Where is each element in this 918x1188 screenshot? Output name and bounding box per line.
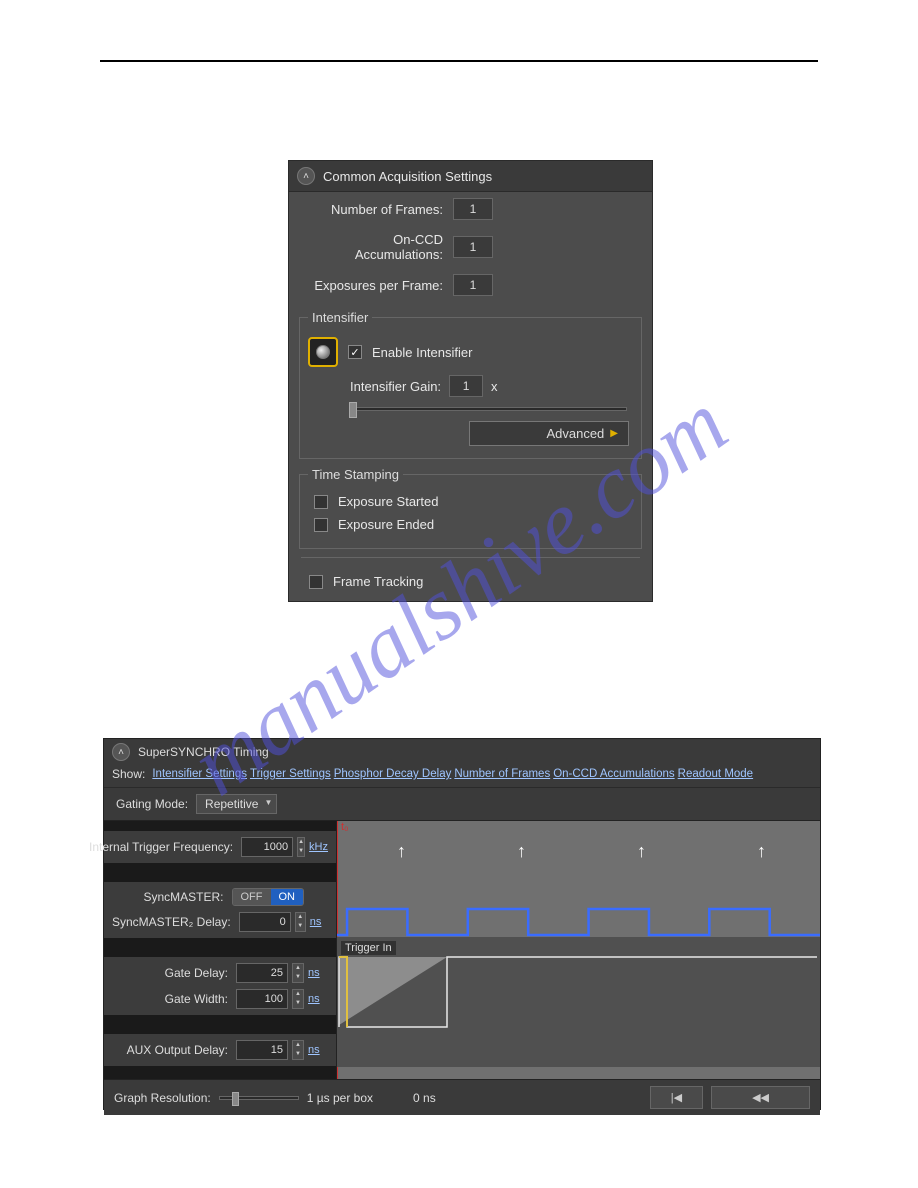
- intensifier-group: Intensifier ✓ Enable Intensifier Intensi…: [299, 310, 642, 459]
- graph-footer: Graph Resolution: 1 µs per box 0 ns |◀ ◀…: [104, 1079, 820, 1115]
- advanced-button[interactable]: Advanced ▶: [469, 421, 629, 446]
- link-readout-mode[interactable]: Readout Mode: [678, 768, 753, 780]
- trigger-arrow-icon: ↑: [757, 841, 766, 862]
- gate-delay-input[interactable]: [236, 963, 288, 983]
- supersynchro-panel: ˄ SuperSYNCHRO Timing Show: Intensifier …: [103, 738, 821, 1110]
- link-onccd-accumulations[interactable]: On-CCD Accumulations: [553, 768, 674, 780]
- spinner-icon[interactable]: ▲▼: [292, 1040, 304, 1060]
- exposure-ended-label: Exposure Ended: [338, 517, 434, 532]
- intensifier-gain-slider[interactable]: [350, 407, 627, 411]
- num-frames-label: Number of Frames:: [303, 202, 453, 217]
- syncmaster-on[interactable]: ON: [271, 889, 304, 905]
- frame-tracking-label: Frame Tracking: [333, 574, 423, 589]
- trig-freq-input[interactable]: [241, 837, 293, 857]
- aux-delay-unit[interactable]: ns: [308, 1044, 328, 1056]
- intensifier-legend: Intensifier: [308, 310, 372, 325]
- show-link-row: Show: Intensifier Settings Trigger Setti…: [104, 765, 820, 788]
- gate-delay-unit[interactable]: ns: [308, 967, 328, 979]
- exposure-started-checkbox[interactable]: [314, 495, 328, 509]
- graph-res-value: 1 µs per box: [307, 1091, 373, 1105]
- timing-controls: Internal Trigger Frequency: ▲▼ kHz SyncM…: [104, 821, 336, 1079]
- exposures-label: Exposures per Frame:: [303, 278, 453, 293]
- onccd-label: On-CCD Accumulations:: [303, 232, 453, 262]
- advanced-label: Advanced: [546, 426, 604, 441]
- trigger-arrow-icon: ↑: [517, 841, 526, 862]
- gating-mode-dropdown[interactable]: Repetitive: [196, 794, 277, 814]
- spinner-icon[interactable]: ▲▼: [297, 837, 305, 857]
- p2-header: ˄ SuperSYNCHRO Timing: [104, 739, 820, 765]
- link-phosphor-decay[interactable]: Phosphor Decay Delay: [334, 768, 452, 780]
- sync2-delay-input[interactable]: [239, 912, 291, 932]
- t0-label: t₀: [341, 821, 349, 833]
- gate-delay-label: Gate Delay:: [112, 966, 232, 980]
- transport-controls: |◀ ◀◀: [650, 1086, 810, 1109]
- time-stamping-legend: Time Stamping: [308, 467, 403, 482]
- chevron-right-icon: ▶: [610, 428, 618, 439]
- trigger-strip: [337, 937, 820, 1067]
- trigger-arrow-icon: ↑: [397, 841, 406, 862]
- page-top-rule: [100, 60, 818, 62]
- onccd-input[interactable]: [453, 236, 493, 258]
- spinner-icon[interactable]: ▲▼: [295, 912, 306, 932]
- go-to-start-button[interactable]: |◀: [650, 1086, 703, 1109]
- link-number-of-frames[interactable]: Number of Frames: [454, 768, 550, 780]
- intensifier-gain-input[interactable]: [449, 375, 483, 397]
- panel-title: Common Acquisition Settings: [323, 169, 492, 184]
- intensifier-gain-label: Intensifier Gain:: [350, 379, 441, 394]
- square-wave: [337, 907, 820, 937]
- sync2-delay-label: SyncMASTER₂ Delay:: [112, 915, 235, 929]
- time-origin: 0 ns: [413, 1091, 436, 1105]
- syncmaster-toggle[interactable]: OFF ON: [232, 888, 305, 906]
- sync2-delay-unit[interactable]: ns: [310, 916, 328, 928]
- aux-delay-input[interactable]: [236, 1040, 288, 1060]
- panel-header: ˄ Common Acquisition Settings: [289, 161, 652, 192]
- rewind-button[interactable]: ◀◀: [711, 1086, 810, 1109]
- slider-thumb-icon[interactable]: [232, 1092, 239, 1106]
- p2-title: SuperSYNCHRO Timing: [138, 745, 269, 759]
- gate-width-input[interactable]: [236, 989, 288, 1009]
- exposure-ended-checkbox[interactable]: [314, 518, 328, 532]
- graph-res-slider[interactable]: [219, 1096, 299, 1100]
- gate-width-label: Gate Width:: [112, 992, 232, 1006]
- trig-freq-unit[interactable]: kHz: [309, 841, 328, 853]
- trig-freq-label: Internal Trigger Frequency:: [89, 840, 237, 854]
- gating-mode-label: Gating Mode:: [116, 797, 188, 811]
- num-frames-input[interactable]: [453, 198, 493, 220]
- divider: [301, 557, 640, 558]
- syncmaster-off[interactable]: OFF: [233, 889, 271, 905]
- common-acquisition-panel: ˄ Common Acquisition Settings Number of …: [288, 160, 653, 602]
- graph-res-label: Graph Resolution:: [114, 1091, 211, 1105]
- show-label: Show:: [112, 767, 145, 781]
- aux-delay-label: AUX Output Delay:: [112, 1043, 232, 1057]
- enable-intensifier-checkbox[interactable]: ✓: [348, 345, 362, 359]
- exposures-input[interactable]: [453, 274, 493, 296]
- exposure-started-label: Exposure Started: [338, 494, 438, 509]
- syncmaster-label: SyncMASTER:: [112, 890, 228, 904]
- time-stamping-group: Time Stamping Exposure Started Exposure …: [299, 467, 642, 549]
- trigger-arrow-icon: ↑: [637, 841, 646, 862]
- collapse-icon[interactable]: ˄: [112, 743, 130, 761]
- spinner-icon[interactable]: ▲▼: [292, 963, 304, 983]
- collapse-icon[interactable]: ˄: [297, 167, 315, 185]
- timing-graph: t₀ ↑ ↑ ↑ ↑ Trigger In: [336, 821, 820, 1079]
- enable-intensifier-label: Enable Intensifier: [372, 345, 472, 360]
- intensifier-gain-unit: x: [491, 379, 498, 394]
- frame-tracking-checkbox[interactable]: [309, 575, 323, 589]
- link-intensifier-settings[interactable]: Intensifier Settings: [152, 768, 247, 780]
- slider-thumb-icon[interactable]: [349, 402, 357, 418]
- trigger-in-label: Trigger In: [341, 941, 396, 955]
- spinner-icon[interactable]: ▲▼: [292, 989, 304, 1009]
- camera-icon[interactable]: [308, 337, 338, 367]
- gate-width-unit[interactable]: ns: [308, 993, 328, 1005]
- link-trigger-settings[interactable]: Trigger Settings: [250, 768, 331, 780]
